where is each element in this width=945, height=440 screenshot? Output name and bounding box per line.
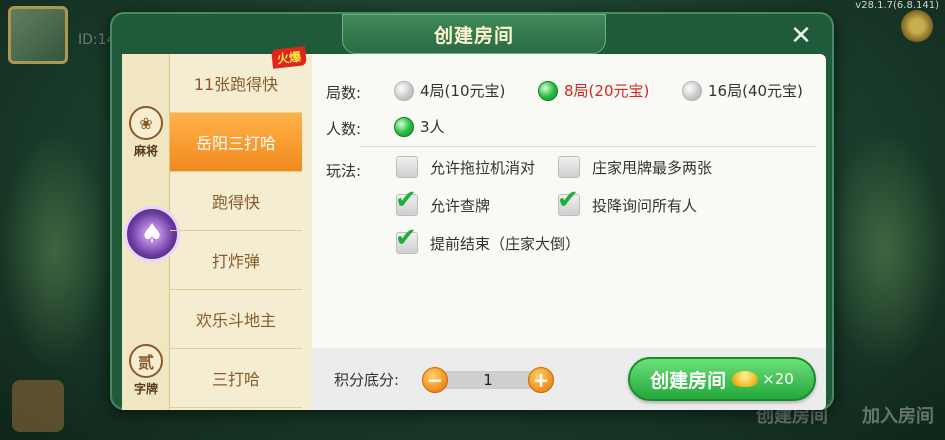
gear-icon[interactable]: [901, 10, 933, 42]
option-label: 投降询问所有人: [592, 196, 698, 215]
rounds-label: 局数:: [326, 84, 362, 102]
close-icon[interactable]: ✕: [788, 23, 814, 50]
game-tab-label: 欢乐斗地主: [195, 311, 276, 330]
background-decoration-left: [0, 130, 110, 370]
option-dealer-limit[interactable]: 庄家甩牌最多两张: [558, 156, 712, 178]
category-mahjong[interactable]: ❀ 麻将: [122, 106, 170, 159]
game-tab-paodekuai[interactable]: 跑得快: [170, 172, 302, 231]
rules-panel: 局数: 4局(10元宝) 8局(20元宝) 16局(40元宝) 人数: 3人 玩…: [312, 54, 826, 410]
game-tab-yueyang-sandaha[interactable]: 岳阳三打哈: [170, 113, 302, 172]
checkbox-checked: [557, 185, 580, 216]
game-list: 11张跑得快 火爆 岳阳三打哈 跑得快 打炸弹 欢乐斗地主 三打哈: [170, 46, 307, 408]
option-label: 提前结束（庄家大倒）: [430, 234, 581, 253]
option-tractor[interactable]: 允许拖拉机消对: [396, 156, 535, 178]
game-tab-label: 跑得快: [211, 193, 260, 212]
checkbox-checked: [395, 223, 418, 254]
create-room-button[interactable]: 创建房间 ×20: [628, 357, 816, 401]
option-label: 允许拖拉机消对: [430, 158, 536, 177]
create-room-dialog: 创建房间 ✕ ❀ 麻将 ♠ 贰 字牌 11张跑得快 火爆 岳阳三打哈 跑得快 打…: [110, 12, 834, 410]
game-sidebar: ❀ 麻将 ♠ 贰 字牌 11张跑得快 火爆 岳阳三打哈 跑得快 打炸弹 欢乐斗地…: [122, 46, 312, 410]
minus-button[interactable]: −: [422, 367, 448, 393]
cost-label: ×20: [762, 370, 794, 388]
score-stepper: 1 − +: [422, 367, 554, 393]
game-tab-doudizhu[interactable]: 欢乐斗地主: [170, 290, 302, 349]
background-decoration-right: [825, 130, 945, 370]
score-label: 积分底分:: [334, 371, 400, 389]
rounds-option-4[interactable]: 4局(10元宝): [394, 80, 505, 101]
option-label: 3人: [420, 118, 445, 136]
checkbox: [396, 156, 418, 178]
option-surrender-ask[interactable]: 投降询问所有人: [557, 185, 698, 216]
option-label: 8局(20元宝): [564, 82, 650, 100]
checkbox-checked: [395, 185, 418, 216]
dialog-title-bar: 创建房间: [342, 14, 606, 54]
hot-badge: 火爆: [271, 46, 307, 69]
bg-join-room-button: 加入房间: [862, 406, 934, 427]
game-tab-label: 岳阳三打哈: [195, 134, 276, 153]
radio-button: [682, 80, 702, 101]
radio-button: [394, 80, 414, 101]
gold-ingot-icon: [732, 371, 759, 387]
zipai-icon: 贰: [129, 344, 163, 378]
game-tab-label: 三打哈: [211, 370, 260, 389]
player-avatar[interactable]: [8, 6, 68, 64]
game-tab-dazhadan[interactable]: 打炸弹: [170, 231, 302, 290]
option-early-end[interactable]: 提前结束（庄家大倒）: [395, 223, 581, 254]
option-label: 4局(10元宝): [420, 82, 506, 100]
category-column: ❀ 麻将 ♠ 贰 字牌: [122, 54, 180, 410]
option-label: 16局(40元宝): [708, 82, 803, 100]
create-room-label: 创建房间: [650, 369, 727, 392]
game-tab-label: 打炸弹: [211, 252, 260, 271]
divider: [360, 146, 816, 147]
version-label: v28.1.7(6.8.141): [855, 0, 939, 11]
players-label: 人数:: [326, 120, 362, 138]
radio-button-selected: [394, 116, 414, 137]
shop-cart-icon[interactable]: [12, 380, 64, 432]
category-label: 字牌: [133, 382, 158, 396]
category-zipai[interactable]: 贰 字牌: [122, 344, 170, 397]
game-tab-sandaha[interactable]: 三打哈: [170, 349, 302, 408]
game-tab-label: 11张跑得快: [193, 75, 279, 94]
plus-button[interactable]: +: [528, 367, 554, 393]
rounds-option-8[interactable]: 8局(20元宝): [538, 80, 649, 101]
option-label: 庄家甩牌最多两张: [592, 158, 713, 177]
checkbox: [558, 156, 580, 178]
game-tab-11-paodekuai[interactable]: 11张跑得快 火爆: [170, 46, 307, 113]
dialog-title: 创建房间: [433, 24, 514, 47]
mahjong-icon: ❀: [129, 106, 163, 140]
rounds-option-16[interactable]: 16局(40元宝): [682, 80, 803, 101]
score-value: 1: [434, 371, 542, 389]
option-label: 允许查牌: [430, 196, 491, 215]
play-label: 玩法:: [326, 162, 362, 180]
players-option-3[interactable]: 3人: [394, 116, 445, 137]
category-label: 麻将: [133, 144, 158, 158]
score-bar: 积分底分: 1 − + 创建房间 ×20: [312, 348, 826, 410]
option-allow-check[interactable]: 允许查牌: [395, 185, 491, 216]
radio-button-selected: [538, 80, 558, 101]
